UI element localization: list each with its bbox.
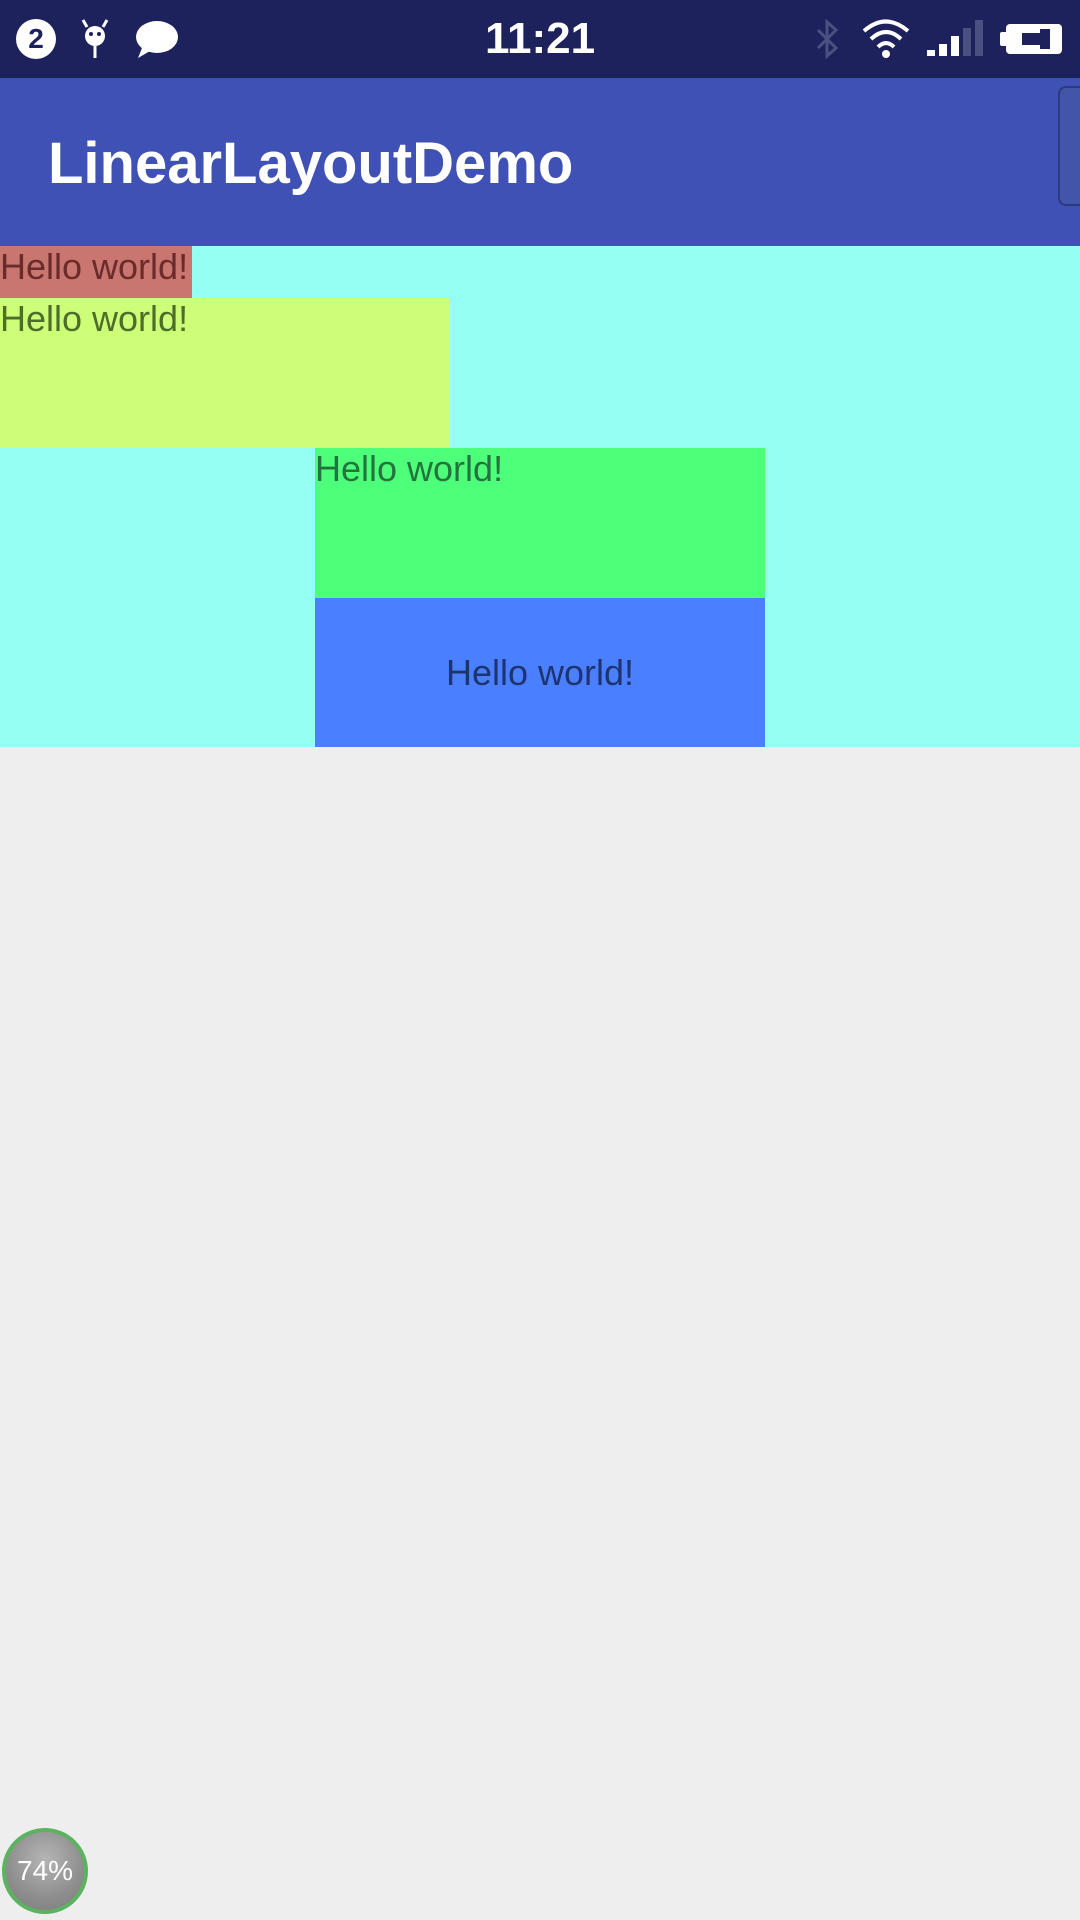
app-title: LinearLayoutDemo xyxy=(48,131,574,196)
text-view-3: Hello world! xyxy=(315,448,765,598)
text-view-4: Hello world! xyxy=(315,598,765,747)
signal-icon xyxy=(925,20,985,63)
text-view-1: Hello world! xyxy=(0,246,192,298)
linear-layout-container: Hello world! Hello world! Hello world! H… xyxy=(0,246,1080,747)
floating-memory-ball[interactable]: 74% xyxy=(2,1828,88,1914)
wifi-icon xyxy=(862,18,910,63)
edge-overflow-handle[interactable] xyxy=(1058,86,1080,206)
text-view-4-label: Hello world! xyxy=(445,651,635,693)
app-bar: LinearLayoutDemo xyxy=(0,78,1080,246)
status-bar: 2 11:21 xyxy=(0,0,1080,78)
battery-charging-icon xyxy=(1000,20,1064,63)
bluetooth-icon xyxy=(812,18,844,65)
text-view-2: Hello world! xyxy=(0,298,450,448)
status-time: 11:21 xyxy=(484,14,596,63)
